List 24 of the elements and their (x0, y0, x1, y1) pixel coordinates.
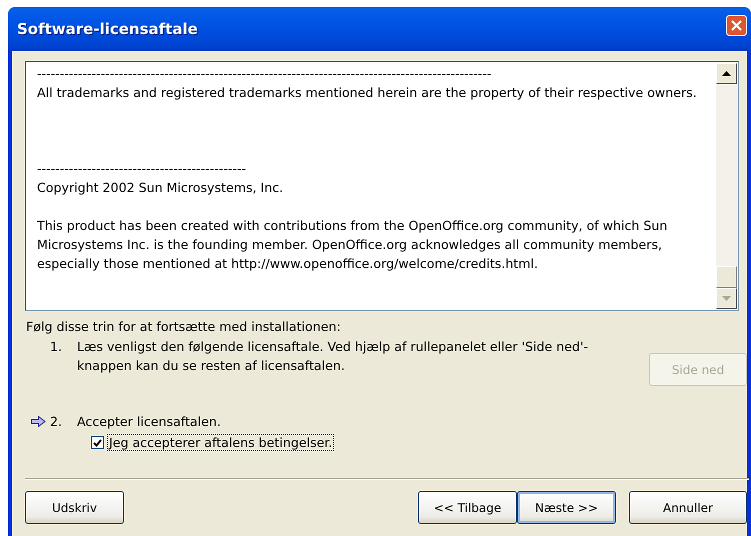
print-button[interactable]: Udskriv (25, 491, 124, 524)
step-number: 2. (50, 413, 64, 431)
divider-text: ---------------------------------------------- (37, 160, 248, 178)
instructions-text: Følg disse trin for at fortsætte med installationen: (26, 318, 342, 335)
close-icon[interactable] (726, 14, 747, 36)
scroll-down-button[interactable] (716, 288, 737, 309)
caret-up-icon (722, 71, 731, 76)
divider-text: ---------------------------------------------------------------------------------------------------- (37, 65, 492, 83)
checkbox-label[interactable]: Jeg accepterer aftalens betingelser. (108, 435, 334, 450)
back-button[interactable]: << Tilbage (418, 491, 517, 524)
window-title: Software-licensaftale (17, 20, 198, 38)
caret-down-icon (722, 296, 731, 301)
step-number: 1. (50, 338, 64, 356)
scrollbar[interactable] (716, 62, 738, 310)
license-paragraph: All trademarks and registered trademarks mentioned herein are the property of their respective owners. (37, 84, 698, 102)
step-text: Accepter licensaftalen. (77, 413, 222, 431)
step-text: Læs venligst den følgende licensaftale. Ved hjælp af rullepanelet eller 'Side ned'-knappen kan du se resten af licensaftalen. (77, 338, 590, 375)
checkbox[interactable] (91, 436, 104, 449)
scroll-thumb[interactable] (716, 266, 737, 288)
next-button[interactable]: Næste >> (517, 491, 616, 524)
license-paragraph: This product has been created with contributions from the OpenOffice.org community, of which Sun Microsystems Inc. is the founding member. OpenOffice.org acknowledges all community members, especially those mentioned at http://www.openoffice.org/welcome/credits.html. (37, 217, 668, 273)
scroll-up-button[interactable] (716, 63, 737, 84)
cancel-button[interactable]: Annuller (629, 491, 747, 524)
license-paragraph: Copyright 2002 Sun Microsystems, Inc. (37, 179, 284, 197)
